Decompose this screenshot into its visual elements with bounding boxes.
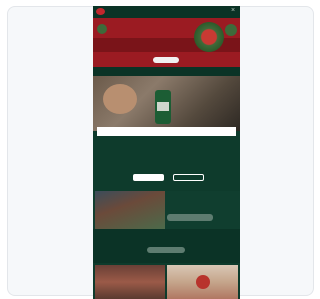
side-panel-right: [240, 6, 314, 296]
top-bar: ×: [93, 6, 240, 18]
content-section-3: [93, 263, 240, 299]
hero-decoration-left: [97, 24, 107, 34]
age-deny-button[interactable]: [173, 174, 204, 181]
section-3-image-left: [95, 265, 165, 299]
promo-photo: [93, 76, 240, 131]
content-section-1: [93, 191, 240, 229]
close-icon[interactable]: ×: [229, 7, 237, 15]
age-confirm-button[interactable]: [133, 174, 164, 181]
content-section-2: [93, 229, 240, 263]
hero-decoration-right: [225, 24, 237, 36]
photo-bottle-label: [157, 102, 169, 111]
section-3-decoration: [196, 275, 210, 289]
logo-icon[interactable]: [96, 8, 105, 15]
section-2-button[interactable]: [147, 247, 185, 253]
section-1-button[interactable]: [167, 214, 213, 221]
side-panel-left: [7, 6, 93, 296]
section-1-image: [95, 191, 165, 229]
hero-banner: [93, 18, 240, 67]
hero-title: [133, 42, 193, 48]
age-gate-header: [97, 127, 236, 136]
wreath-image: [194, 22, 224, 52]
photo-person: [103, 84, 137, 114]
age-gate-dialog: [97, 127, 236, 189]
mobile-preview: ×: [93, 6, 240, 299]
divider-stripe: [93, 67, 240, 76]
hero-button[interactable]: [153, 57, 179, 63]
